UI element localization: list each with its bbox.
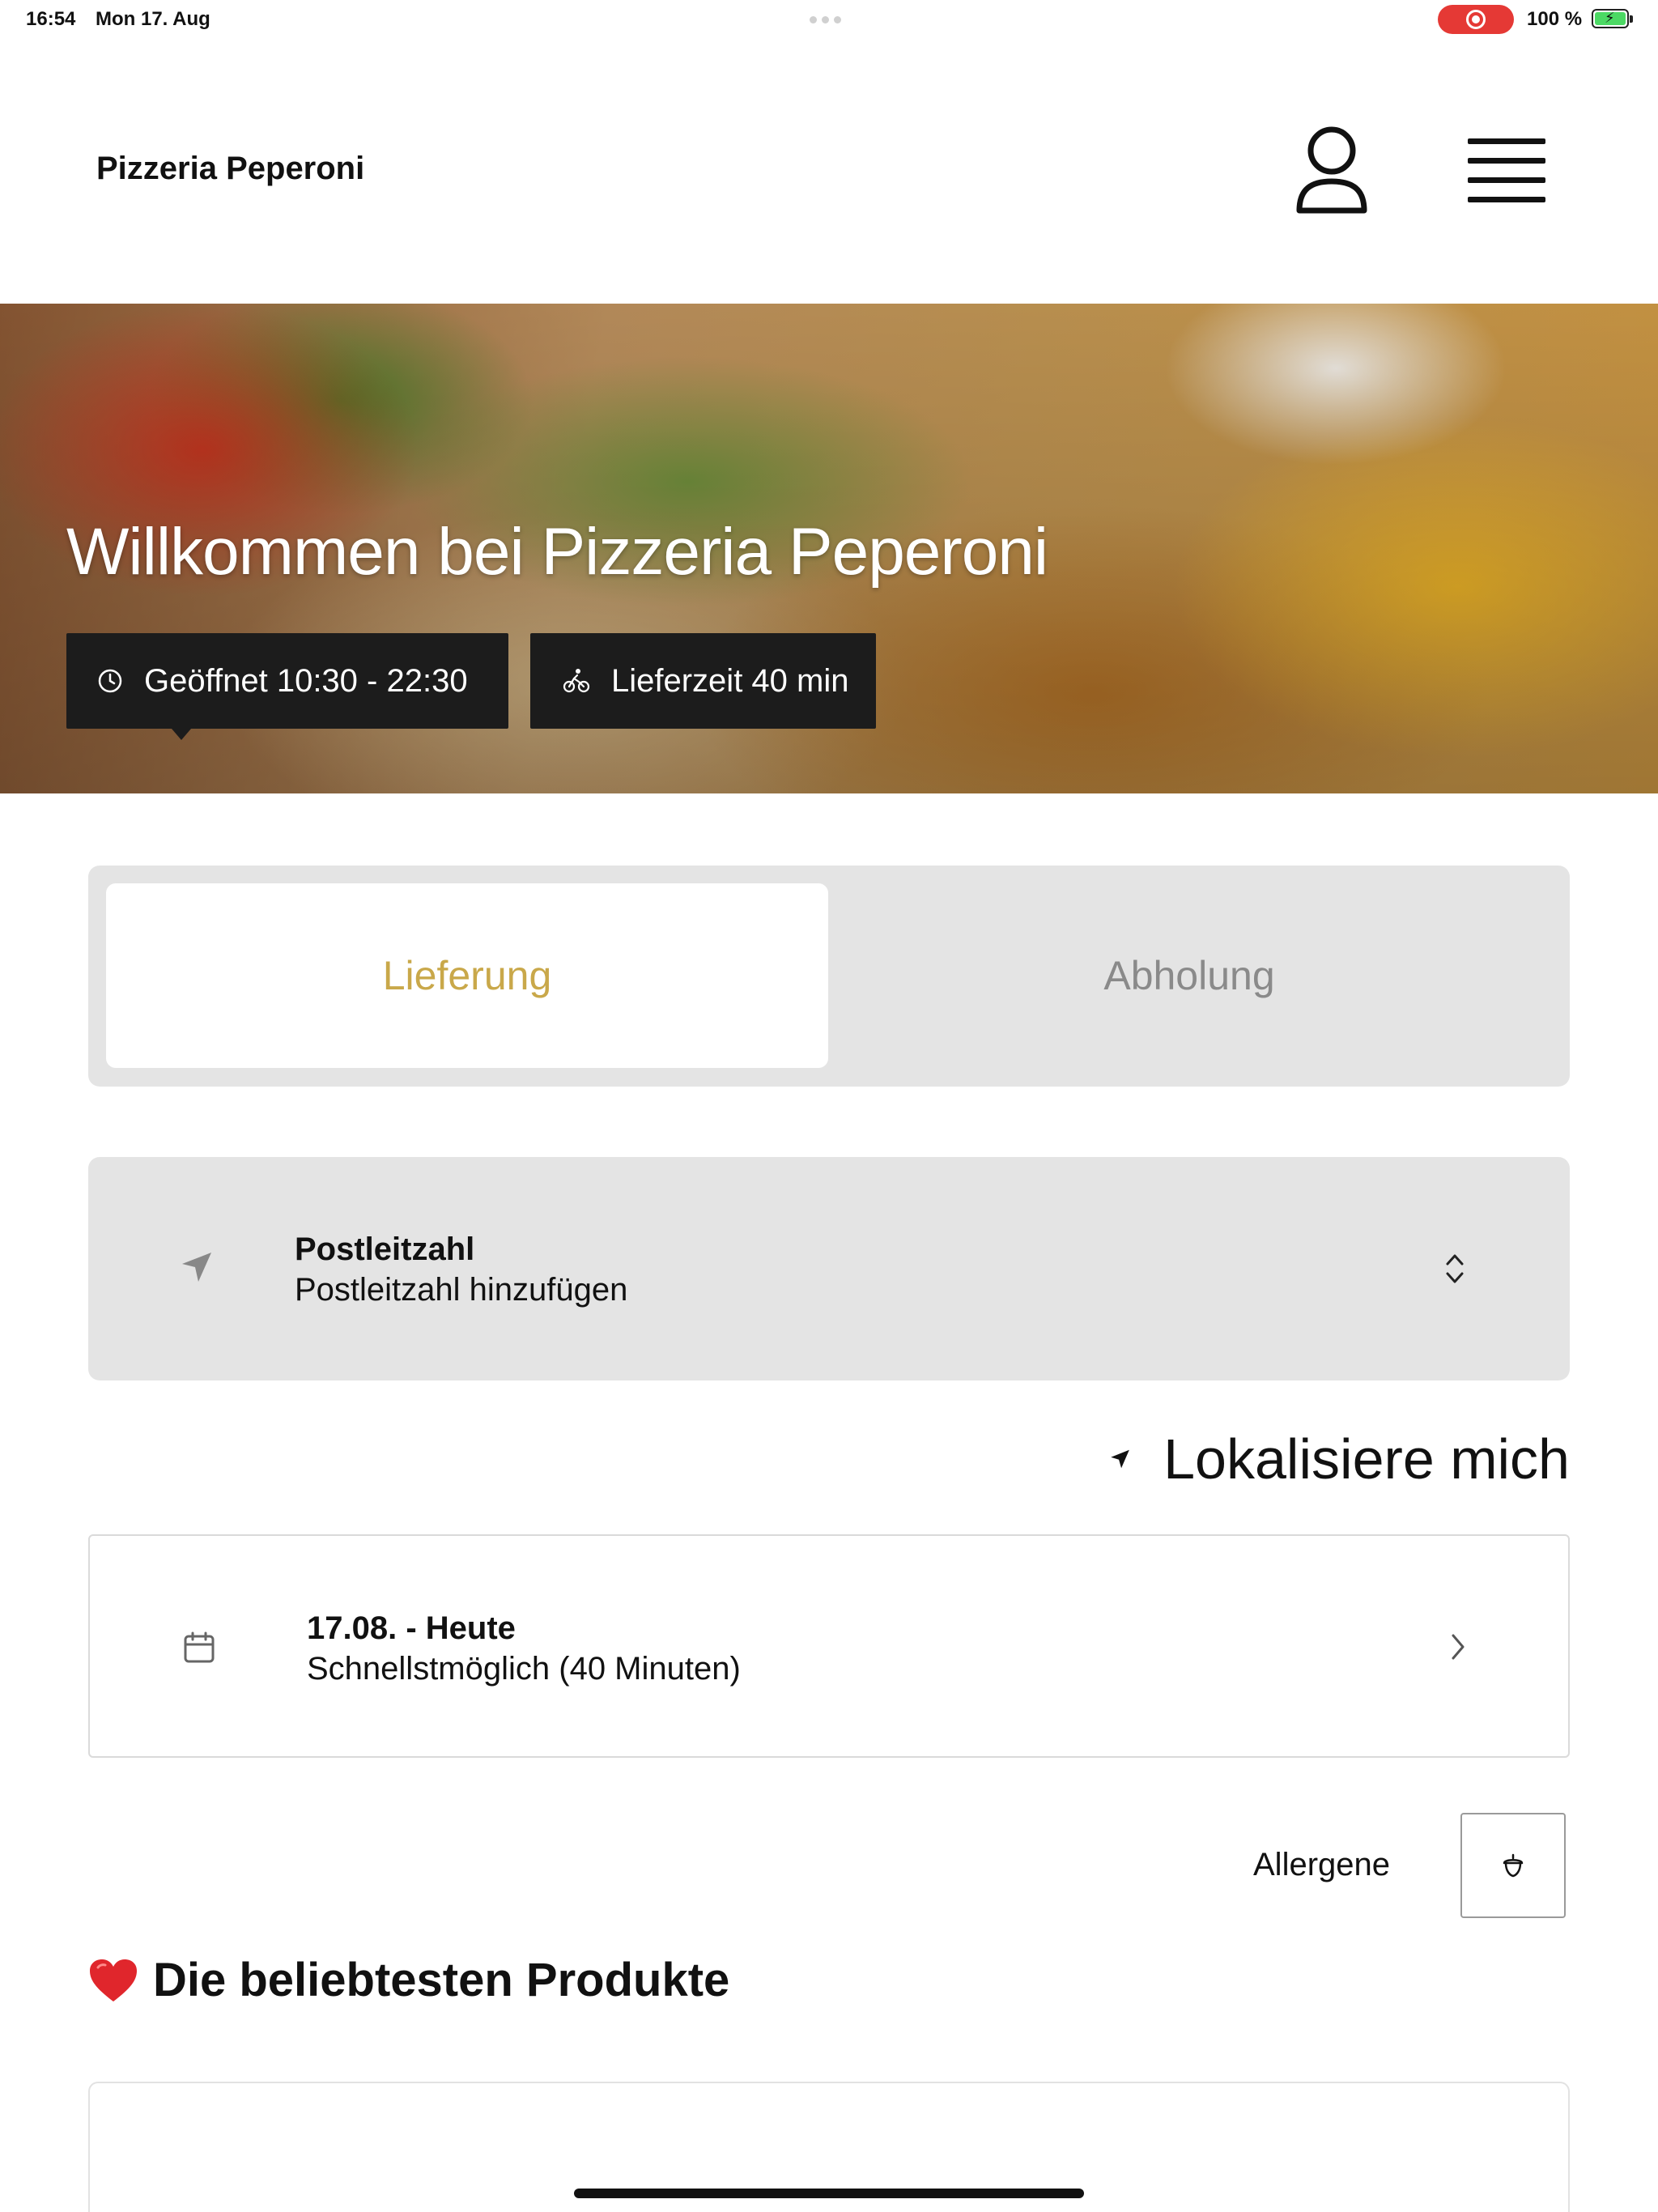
allergens-label: Allergene bbox=[1253, 1847, 1391, 1882]
allergens-button[interactable] bbox=[1460, 1813, 1566, 1918]
calendar-icon bbox=[184, 1631, 215, 1663]
brand-name[interactable]: Pizzeria Peperoni bbox=[96, 151, 364, 187]
location-arrow-icon bbox=[1111, 1449, 1129, 1469]
home-indicator[interactable] bbox=[574, 2189, 1084, 2198]
chevron-up-down-icon bbox=[1446, 1254, 1464, 1283]
delivery-schedule-selector[interactable]: 17.08. - Heute Schnellstmöglich (40 Minu… bbox=[88, 1534, 1570, 1758]
hamburger-menu-icon[interactable] bbox=[1465, 136, 1546, 206]
location-arrow-icon bbox=[182, 1253, 211, 1282]
popular-products-title: Die beliebtesten Produkte bbox=[153, 1954, 730, 2006]
postal-code-label: Postleitzahl bbox=[295, 1231, 475, 1267]
clock-icon bbox=[98, 669, 122, 693]
battery-percent: 100 % bbox=[1527, 8, 1583, 30]
locate-me-button[interactable]: Lokalisiere mich bbox=[1109, 1425, 1570, 1493]
heart-icon bbox=[90, 1959, 137, 2001]
bicycle-icon bbox=[563, 669, 590, 693]
status-bar: 16:54 Mon 17. Aug 100 % ⚡ bbox=[0, 0, 1658, 39]
screen-recording-icon[interactable] bbox=[1438, 5, 1514, 34]
postal-code-placeholder: Postleitzahl hinzufügen bbox=[295, 1272, 628, 1308]
order-mode-toggle: Lieferung Abholung bbox=[88, 866, 1570, 1087]
tab-delivery[interactable]: Lieferung bbox=[106, 883, 828, 1068]
acorn-icon bbox=[1503, 1853, 1524, 1878]
chevron-right-icon bbox=[1452, 1634, 1465, 1660]
status-time: 16:54 bbox=[26, 8, 76, 30]
postal-code-selector[interactable]: Postleitzahl Postleitzahl hinzufügen bbox=[88, 1157, 1570, 1380]
multitasking-dots-icon[interactable] bbox=[810, 16, 841, 23]
delivery-time-badge: Lieferzeit 40 min bbox=[530, 633, 876, 729]
status-date: Mon 17. Aug bbox=[96, 8, 210, 30]
delivery-time-text: Lieferzeit 40 min bbox=[611, 662, 849, 699]
hero-banner: Willkommen bei Pizzeria Peperoni Geöffne… bbox=[0, 304, 1658, 793]
tab-pickup[interactable]: Abholung bbox=[828, 883, 1550, 1068]
user-icon[interactable] bbox=[1293, 126, 1371, 217]
locate-me-label: Lokalisiere mich bbox=[1163, 1427, 1570, 1491]
battery-icon: ⚡ bbox=[1592, 9, 1633, 28]
hero-title: Willkommen bei Pizzeria Peperoni bbox=[66, 515, 1048, 589]
popular-products-heading: Die beliebtesten Produkte bbox=[88, 1953, 729, 2007]
opening-hours-badge: Geöffnet 10:30 - 22:30 bbox=[66, 633, 508, 740]
schedule-time: Schnellstmöglich (40 Minuten) bbox=[307, 1651, 741, 1687]
schedule-date: 17.08. - Heute bbox=[307, 1610, 516, 1646]
opening-hours-text: Geöffnet 10:30 - 22:30 bbox=[144, 662, 468, 699]
